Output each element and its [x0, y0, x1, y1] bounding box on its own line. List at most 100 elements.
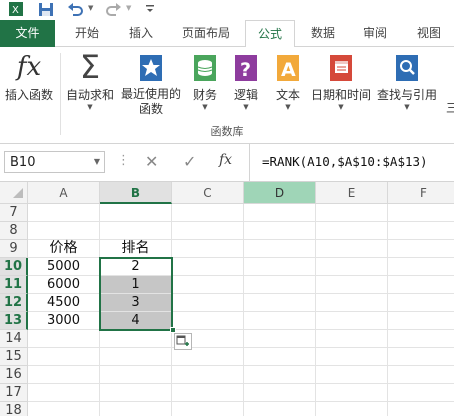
- undo-dropdown-icon[interactable]: ▼: [88, 4, 93, 12]
- text-dropdown-icon: ▼: [285, 103, 291, 111]
- save-icon[interactable]: [38, 2, 54, 17]
- logical-label: 逻辑: [233, 88, 258, 102]
- question-book-icon: ?: [232, 49, 260, 85]
- insert-function-label: 插入函数: [4, 88, 53, 102]
- svg-text:?: ?: [240, 59, 251, 81]
- sigma-icon: Σ: [79, 48, 101, 86]
- undo-icon[interactable]: [67, 1, 83, 17]
- lookup-label: 查找与引用: [376, 88, 437, 102]
- tab-insert[interactable]: 插入: [118, 20, 164, 47]
- autofill-options-icon: [176, 335, 189, 346]
- column-header-a[interactable]: A: [28, 182, 100, 204]
- fx-icon: fx: [16, 52, 42, 82]
- autosum-button[interactable]: Σ 自动求和 ▼: [64, 49, 116, 112]
- star-book-icon: [137, 49, 165, 85]
- formula-text: =RANK(A10,$A$10:$A$13): [262, 154, 428, 169]
- svg-text:X: X: [12, 5, 19, 16]
- tab-page-layout[interactable]: 页面布局: [171, 20, 241, 47]
- row-header-9[interactable]: 9: [0, 240, 28, 258]
- financial-dropdown-icon: ▼: [202, 103, 208, 111]
- gridline: [387, 204, 388, 416]
- row-header-17[interactable]: 17: [0, 384, 28, 402]
- cancel-icon[interactable]: ✕: [145, 152, 158, 171]
- name-box-dropdown-icon[interactable]: ▼: [94, 157, 100, 166]
- excel-logo-icon: X: [9, 2, 23, 16]
- select-all-corner[interactable]: [0, 182, 28, 204]
- tab-view[interactable]: 视图: [406, 20, 452, 47]
- cell-a11[interactable]: 6000: [28, 276, 100, 294]
- formula-input[interactable]: =RANK(A10,$A$10:$A$13): [249, 144, 454, 181]
- text-button[interactable]: A 文本 ▼: [271, 49, 305, 112]
- text-book-icon: A: [274, 49, 302, 85]
- redo-dropdown-icon[interactable]: ▼: [126, 4, 131, 12]
- tab-formulas[interactable]: 公式: [245, 20, 295, 48]
- gridline: [28, 401, 454, 402]
- ribbon-tabs: 文件 开始 插入 页面布局 公式 数据 审阅 视图: [0, 20, 454, 48]
- datetime-dropdown-icon: ▼: [338, 103, 344, 111]
- lookup-dropdown-icon: ▼: [404, 103, 410, 111]
- gridline: [28, 383, 454, 384]
- row-header-15[interactable]: 15: [0, 348, 28, 366]
- recently-used-label-1: 最近使用的: [120, 87, 181, 101]
- tab-file[interactable]: 文件: [0, 20, 55, 47]
- cell-a12[interactable]: 4500: [28, 294, 100, 312]
- customize-toolbar-icon[interactable]: [144, 2, 156, 14]
- gridline: [28, 347, 454, 348]
- tab-home[interactable]: 开始: [64, 20, 110, 47]
- tab-data[interactable]: 数据: [300, 20, 346, 47]
- gridline: [243, 204, 244, 416]
- cell-a9[interactable]: 价格: [28, 240, 100, 258]
- column-header-b[interactable]: B: [100, 182, 172, 204]
- cell-a10[interactable]: 5000: [28, 258, 100, 276]
- financial-button[interactable]: 财务 ▼: [187, 49, 223, 112]
- gridline: [315, 204, 316, 416]
- autofill-options-button[interactable]: [174, 333, 192, 350]
- column-header-d[interactable]: D: [244, 182, 316, 204]
- row-header-10[interactable]: 10: [0, 258, 28, 276]
- function-library-group-label: 函数库: [210, 125, 244, 138]
- logical-button[interactable]: ? 逻辑 ▼: [229, 49, 263, 112]
- row-header-14[interactable]: 14: [0, 330, 28, 348]
- column-header-e[interactable]: E: [316, 182, 388, 204]
- formula-bar-grip-icon: ⋮: [117, 153, 130, 168]
- row-header-8[interactable]: 8: [0, 222, 28, 240]
- enter-icon[interactable]: ✓: [183, 152, 196, 171]
- autosum-label: 自动求和: [65, 88, 114, 102]
- cell-b9[interactable]: 排名: [100, 240, 172, 258]
- recently-used-label-2: 函数: [138, 102, 163, 116]
- logical-dropdown-icon: ▼: [243, 103, 249, 111]
- spreadsheet-grid: A B C D E F 7 8 9 10 11 12 13 14 15 16 1…: [0, 182, 454, 416]
- recently-used-button[interactable]: 最近使用的 函数: [118, 49, 184, 117]
- gridline: [28, 365, 454, 366]
- autosum-dropdown-icon: ▼: [87, 103, 93, 111]
- row-header-13[interactable]: 13: [0, 312, 28, 330]
- datetime-label: 日期和时间: [310, 88, 371, 102]
- datetime-button[interactable]: 日期和时间 ▼: [309, 49, 373, 112]
- ribbon-function-library: fx 插入函数 Σ 自动求和 ▼ 最近使用的 函数 财务 ▼ ? 逻辑 ▼ A …: [0, 47, 454, 144]
- svg-text:A: A: [281, 59, 296, 81]
- financial-label: 财务: [192, 88, 217, 102]
- column-header-f[interactable]: F: [388, 182, 454, 204]
- text-label: 文本: [275, 88, 300, 102]
- row-header-18[interactable]: 18: [0, 402, 28, 416]
- lookup-button[interactable]: 查找与引用 ▼: [375, 49, 439, 112]
- tab-review[interactable]: 审阅: [352, 20, 398, 47]
- column-header-c[interactable]: C: [172, 182, 244, 204]
- formula-bar: B10 ▼ ⋮ ✕ ✓ fx =RANK(A10,$A$10:$A$13): [0, 144, 454, 182]
- calendar-book-icon: [327, 49, 355, 85]
- math-trig-label-cut[interactable]: 三: [446, 99, 454, 116]
- selection-border: [99, 257, 173, 331]
- row-header-11[interactable]: 11: [0, 276, 28, 294]
- insert-function-button[interactable]: fx 插入函数: [3, 49, 55, 103]
- name-box[interactable]: B10 ▼: [4, 151, 105, 173]
- redo-icon[interactable]: [106, 1, 122, 17]
- row-header-16[interactable]: 16: [0, 366, 28, 384]
- insert-function-icon[interactable]: fx: [219, 152, 232, 168]
- coins-book-icon: [191, 49, 219, 85]
- quick-access-toolbar: X ▼ ▼: [0, 0, 454, 20]
- lookup-book-icon: [393, 49, 421, 85]
- name-box-value: B10: [10, 155, 36, 170]
- row-header-7[interactable]: 7: [0, 204, 28, 222]
- row-header-12[interactable]: 12: [0, 294, 28, 312]
- cell-a13[interactable]: 3000: [28, 312, 100, 330]
